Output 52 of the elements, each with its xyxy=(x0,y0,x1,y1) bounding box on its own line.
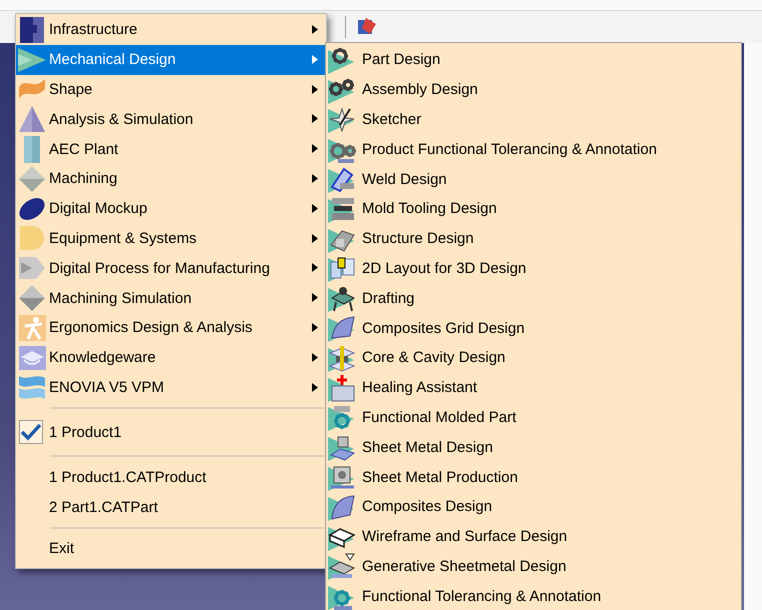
menu-item[interactable]: Mold Tooling Design xyxy=(326,194,741,224)
menu-item[interactable]: Sketcher xyxy=(326,104,741,134)
gear-icon xyxy=(328,403,356,432)
menu-item[interactable]: Equipment & Systems xyxy=(16,224,326,254)
menu-item[interactable]: Infrastructure xyxy=(16,15,326,45)
drafting-table-icon xyxy=(328,284,356,312)
menu-item[interactable]: Wireframe and Surface Design xyxy=(326,522,741,552)
menu-item[interactable]: Mechanical Design xyxy=(16,44,326,75)
menu-item[interactable]: 1 Product1 xyxy=(16,414,326,450)
menu-item[interactable]: ENOVIA V5 VPM xyxy=(16,372,326,402)
menu-item[interactable]: Generative Sheetmetal Design xyxy=(326,552,741,582)
triangle-icon xyxy=(18,46,46,74)
sheet-icon xyxy=(328,552,356,580)
menu-item[interactable]: Functional Tolerancing & Annotation xyxy=(326,581,741,610)
wave-icon xyxy=(18,373,46,402)
menu-item[interactable]: Product Functional Tolerancing & Annotation xyxy=(326,134,741,164)
diamond-icon xyxy=(18,164,46,193)
menu-item[interactable]: Machining Simulation xyxy=(16,283,326,313)
menu-item[interactable]: Structure Design xyxy=(326,224,741,254)
menu-item[interactable]: Sheet Metal Design xyxy=(326,432,741,462)
menu-item[interactable]: Composites Grid Design xyxy=(326,313,741,343)
menu-item[interactable]: Weld Design xyxy=(326,164,741,194)
weld-icon xyxy=(328,165,356,194)
cap-icon xyxy=(18,344,46,372)
menu-item[interactable]: Sheet Metal Production xyxy=(326,462,741,492)
menu-item[interactable]: Shape xyxy=(16,74,326,104)
menu-item[interactable]: Functional Molded Part xyxy=(326,402,741,432)
sketch-icon xyxy=(328,105,356,134)
menu-item[interactable]: Machining xyxy=(16,164,326,194)
menu-item[interactable]: Healing Assistant xyxy=(326,372,741,403)
menu-item[interactable]: Assembly Design xyxy=(326,74,741,105)
menu-item[interactable]: Digital Mockup xyxy=(16,194,326,224)
pyramid-icon xyxy=(18,105,46,134)
menu-item[interactable]: Ergonomics Design & Analysis xyxy=(16,312,326,343)
mold-icon xyxy=(328,344,356,372)
menu-item[interactable]: Drafting xyxy=(326,283,741,314)
diamond-icon xyxy=(18,284,46,312)
menu-item[interactable]: Composites Design xyxy=(326,492,741,522)
menu-item[interactable]: Digital Process for Manufacturing xyxy=(16,253,326,284)
menu-item[interactable]: Knowledgeware xyxy=(16,342,326,373)
block-icon xyxy=(18,16,46,44)
figure-icon xyxy=(18,314,46,342)
menu-item[interactable]: 2D Layout for 3D Design xyxy=(326,254,741,284)
menu-item[interactable]: 1 Product1.CATProduct xyxy=(16,462,326,492)
menu-item[interactable]: 2 Part1.CATPart xyxy=(16,492,326,522)
menu-item[interactable]: Core & Cavity Design xyxy=(326,342,741,373)
cross-icon xyxy=(328,374,356,402)
menu-item[interactable]: Part Design xyxy=(326,45,741,75)
menu-item[interactable]: Analysis & Simulation xyxy=(16,104,326,134)
menu-item[interactable]: Exit xyxy=(16,534,326,564)
gear-icon xyxy=(328,46,356,74)
menu-item[interactable]: AEC Plant xyxy=(16,134,326,164)
